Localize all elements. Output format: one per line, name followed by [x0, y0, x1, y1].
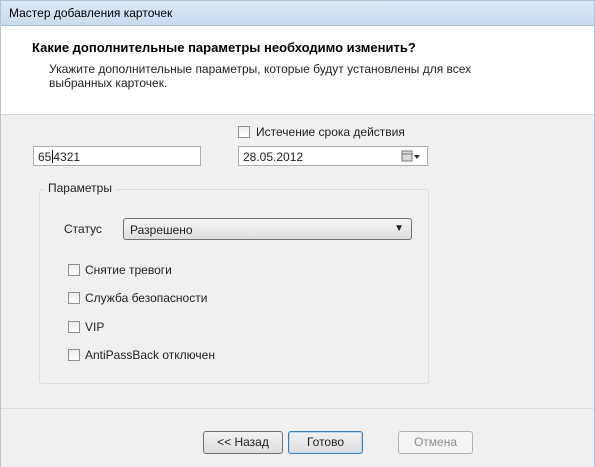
expiry-date-value: 28.05.2012	[243, 150, 304, 164]
vip-label: VIP	[85, 320, 105, 334]
status-label: Статус	[64, 222, 102, 236]
vip-checkbox[interactable]	[68, 321, 80, 333]
card-number-input[interactable]: 65 4321	[33, 146, 201, 166]
security-service-checkbox[interactable]	[68, 292, 80, 304]
page-title: Какие дополнительные параметры необходим…	[32, 40, 416, 55]
antipassback-checkbox[interactable]	[68, 349, 80, 361]
button-bar: << Назад Готово Отмена	[1, 408, 594, 467]
card-number-text-start: 65	[38, 150, 52, 164]
header-panel: Какие дополнительные параметры необходим…	[1, 26, 594, 115]
content-area: Истечение срока действия 65 4321 28.05.20…	[1, 115, 594, 407]
finish-button[interactable]: Готово	[288, 431, 363, 454]
status-select[interactable]: Разрешено ▼	[123, 218, 412, 240]
title-bar[interactable]: Мастер добавления карточек	[1, 1, 594, 26]
page-subtitle: Укажите дополнительные параметры, которы…	[49, 62, 472, 90]
security-service-label: Служба безопасности	[85, 291, 208, 305]
expiry-date-picker[interactable]: 28.05.2012	[238, 146, 428, 166]
status-select-value: Разрешено	[130, 223, 193, 237]
chevron-down-icon: ▼	[394, 223, 404, 234]
card-number-text-end: 4321	[53, 150, 81, 164]
cancel-button[interactable]: Отмена	[398, 431, 473, 454]
wizard-window: Мастер добавления карточек Какие дополни…	[0, 0, 595, 467]
back-button[interactable]: << Назад	[203, 431, 283, 454]
calendar-icon[interactable]	[401, 150, 421, 163]
expiry-checkbox-label: Истечение срока действия	[256, 125, 405, 139]
params-group-title: Параметры	[45, 181, 115, 195]
alarm-disarm-checkbox[interactable]	[68, 264, 80, 276]
expiry-checkbox[interactable]	[238, 126, 250, 138]
window-title: Мастер добавления карточек	[9, 6, 173, 20]
alarm-disarm-label: Снятие тревоги	[85, 263, 172, 277]
antipassback-label: AntiPassBack отключен	[85, 348, 215, 362]
